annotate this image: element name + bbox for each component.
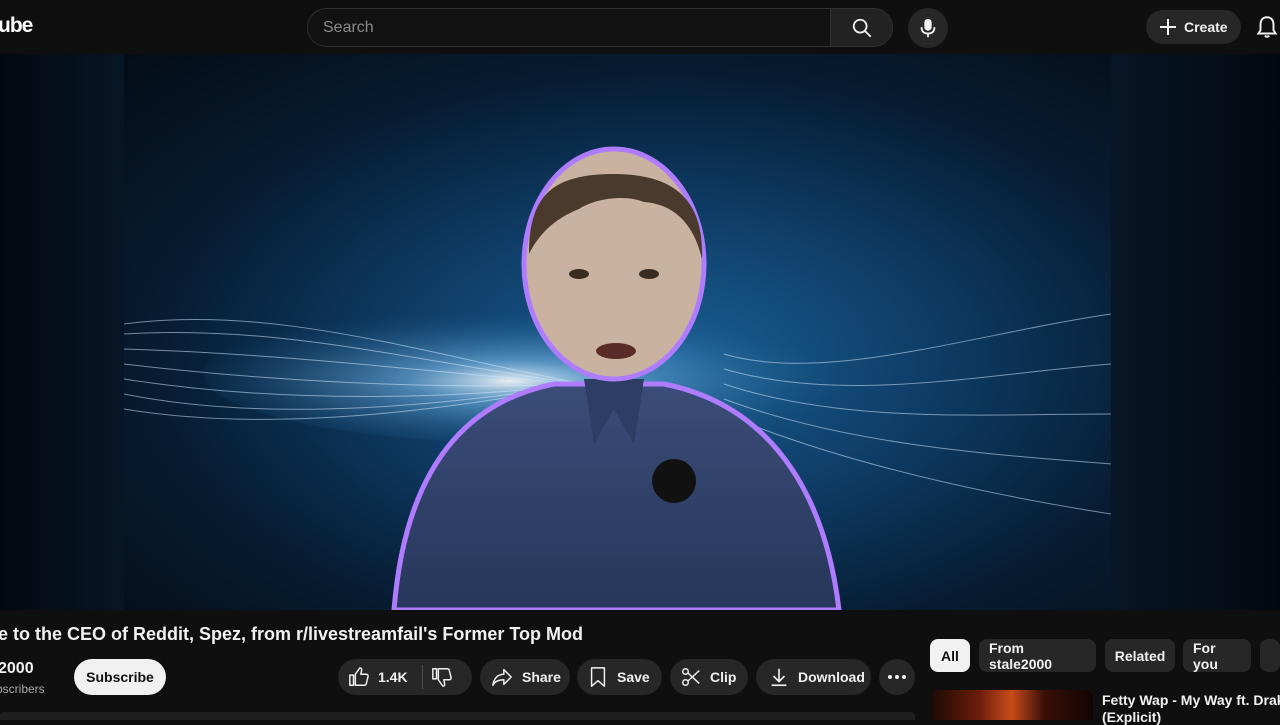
video-title: e to the CEO of Reddit, Spez, from r/liv… [0,624,584,644]
search-box[interactable] [307,8,831,47]
thumbs-up-icon[interactable] [348,666,370,688]
ambient-right [1111,54,1280,610]
save-button[interactable]: Save [577,659,662,695]
like-count[interactable]: 1.4K [378,669,408,685]
recommendation-title-line2[interactable]: (Explicit) [1102,709,1161,725]
search-input[interactable] [323,9,823,46]
recommendation-thumbnail[interactable] [930,690,1093,720]
chip-from-channel[interactable]: From stale2000 [979,639,1096,672]
top-bar: ube Create [0,0,1280,54]
plus-icon [1160,19,1176,35]
subscriber-count: bscribers [0,682,45,696]
share-icon [492,668,512,686]
recommendation-title[interactable]: Fetty Wap - My Way ft. Drake [1102,691,1280,709]
thumbs-down-icon[interactable] [431,666,453,688]
chip-for-you[interactable]: For you [1183,639,1251,672]
notifications-button[interactable] [1254,14,1280,40]
search-icon [852,18,871,37]
bell-icon [1256,16,1278,38]
mic-icon [920,18,936,38]
share-label: Share [522,669,561,685]
save-label: Save [617,669,650,685]
video-frame[interactable] [124,54,1111,610]
video-player[interactable] [0,54,1280,610]
like-divider [421,665,423,689]
create-button[interactable]: Create [1146,10,1241,44]
bookmark-icon [590,667,606,687]
channel-name[interactable]: 2000 [0,660,34,678]
chip-related[interactable]: Related [1105,639,1175,672]
chip-all[interactable]: All [930,639,970,672]
download-button[interactable]: Download [756,659,871,695]
like-dislike-group: 1.4K [338,659,472,695]
voice-search-button[interactable] [908,8,948,48]
download-icon [771,668,787,687]
youtube-logo[interactable]: ube [0,14,33,38]
ambient-left [0,54,124,610]
more-horizontal-icon [888,675,906,679]
create-label: Create [1184,19,1228,35]
subscribe-button[interactable]: Subscribe [74,659,166,695]
search-button[interactable] [830,8,893,47]
more-actions-button[interactable] [879,659,915,695]
scissors-icon [682,668,700,686]
video-content [124,146,1111,610]
clip-label: Clip [710,669,737,685]
download-label: Download [798,669,865,685]
share-button[interactable]: Share [480,659,570,695]
clip-button[interactable]: Clip [670,659,748,695]
chip-next-partial[interactable] [1260,639,1280,672]
description-box-edge [0,712,915,720]
